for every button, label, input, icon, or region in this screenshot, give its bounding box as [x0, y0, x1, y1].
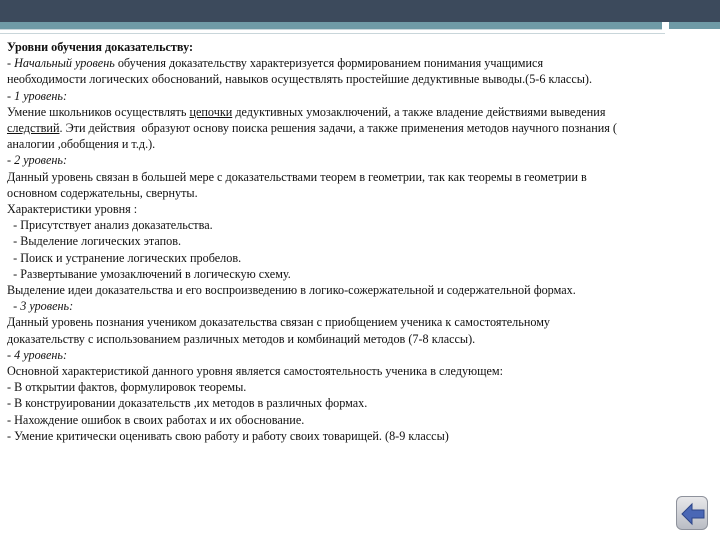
text-line: Уровни обучения доказательству:	[7, 39, 707, 55]
text-line: Данный уровень связан в большей мере с д…	[7, 169, 707, 185]
divider-line	[0, 33, 665, 34]
text-span: - Нахождение ошибок в своих работах и их…	[7, 412, 305, 427]
text-span: - 4 уровень:	[7, 347, 68, 362]
document-body: Уровни обучения доказательству: - Начальн…	[7, 39, 707, 444]
text-span: Уровни обучения доказательству:	[7, 40, 194, 54]
text-line: Характеристики уровня :	[7, 201, 707, 217]
text-span: - 2 уровень:	[7, 153, 68, 168]
text-line: доказательству с использованием различны…	[7, 331, 707, 347]
text-line: - В открытии фактов, формулировок теорем…	[7, 379, 707, 395]
text-line: - Развертывание умозаключений в логическ…	[7, 266, 707, 282]
text-line: - Выделение логических этапов.	[7, 233, 707, 249]
text-span: необходимости логических обоснований, на…	[7, 72, 593, 87]
top-banner	[0, 0, 720, 22]
text-span: Выделение идеи доказательства и его восп…	[7, 283, 576, 298]
text-line: - Умение критически оценивать свою работ…	[7, 428, 707, 444]
text-span: - 3 уровень:	[7, 299, 74, 314]
accent-stripe-right	[669, 22, 720, 29]
text-line: Основной характеристикой данного уровня …	[7, 363, 707, 379]
text-span: - Выделение логических этапов.	[7, 234, 182, 249]
text-line: следствий. Эти действия образуют основу …	[7, 120, 707, 136]
text-span: цепочки	[189, 104, 233, 119]
text-span: Основной характеристикой данного уровня …	[7, 364, 504, 379]
text-span: - В конструировании доказательств ,их ме…	[7, 396, 368, 411]
text-span: Умение школьников осуществлять	[7, 104, 190, 119]
text-span: - Умение критически оценивать свою работ…	[7, 428, 449, 443]
text-line: Умение школьников осуществлять цепочки д…	[7, 104, 707, 120]
text-span: - Присутствует анализ доказательства.	[7, 218, 213, 233]
text-span: - Развертывание умозаключений в логическ…	[7, 266, 291, 281]
text-span: Начальный уровень	[14, 56, 115, 71]
text-line: - Поиск и устранение логических пробелов…	[7, 250, 707, 266]
text-line: основном содержательны, свернуты.	[7, 185, 707, 201]
text-span: аналогии ,обобщения и т.д.).	[7, 137, 156, 152]
text-span: - 1 уровень:	[7, 88, 68, 103]
text-line: - Начальный уровень обучения доказательс…	[7, 55, 707, 71]
text-span: следствий	[7, 121, 60, 136]
back-button[interactable]	[676, 496, 708, 530]
text-line: - Присутствует анализ доказательства.	[7, 217, 707, 233]
text-line: Выделение идеи доказательства и его восп…	[7, 282, 707, 298]
text-span: . Эти действия образуют основу поиска ре…	[59, 121, 617, 136]
text-line: Данный уровень познания учеником доказат…	[7, 314, 707, 330]
text-span: доказательству с использованием различны…	[7, 331, 476, 346]
text-line: - 4 уровень:	[7, 347, 707, 363]
text-span: Данный уровень связан в большей мере с д…	[7, 169, 587, 184]
text-line: - 2 уровень:	[7, 152, 707, 168]
text-span: дедуктивных умозаключений, а также владе…	[232, 104, 606, 119]
accent-stripe	[0, 22, 662, 29]
text-span: - Поиск и устранение логических пробелов…	[7, 250, 242, 265]
text-line: необходимости логических обоснований, на…	[7, 71, 707, 87]
divider-line	[0, 29, 662, 30]
text-span: основном содержательны, свернуты.	[7, 185, 198, 200]
text-span: обучения доказательству характеризуется …	[114, 56, 544, 71]
text-line: - В конструировании доказательств ,их ме…	[7, 395, 707, 411]
text-line: аналогии ,обобщения и т.д.).	[7, 136, 707, 152]
text-span: - В открытии фактов, формулировок теорем…	[7, 380, 247, 395]
text-line: - Нахождение ошибок в своих работах и их…	[7, 412, 707, 428]
text-line: - 3 уровень:	[7, 298, 707, 314]
text-span: Данный уровень познания учеником доказат…	[7, 315, 551, 330]
back-arrow-icon	[681, 502, 705, 526]
text-line: - 1 уровень:	[7, 88, 707, 104]
text-span: Характеристики уровня :	[7, 202, 138, 217]
